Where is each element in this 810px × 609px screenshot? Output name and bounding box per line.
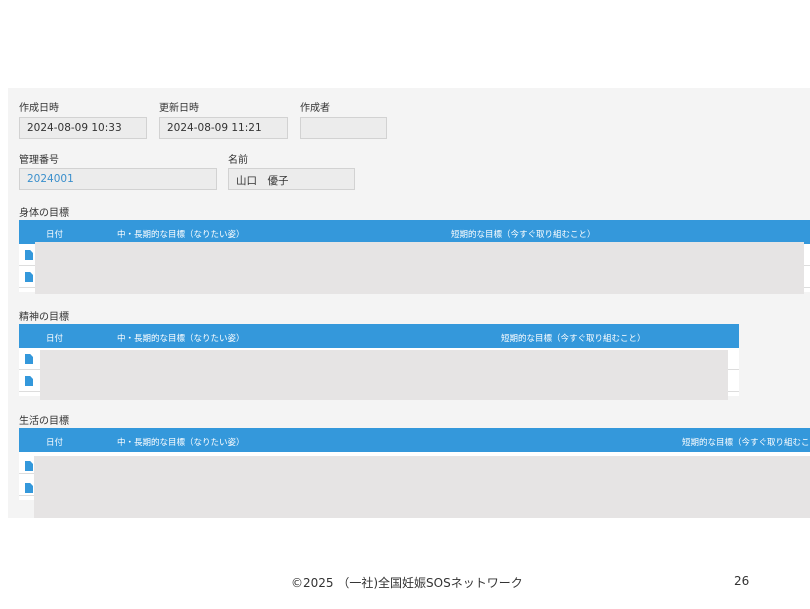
copyright-text: ©2025 （一社)全国妊娠SOSネットワーク (291, 576, 523, 590)
mind-goals-table: 日付 中・長期的な目標（なりたい姿） 短期的な目標（今すぐ取り組むこと） (19, 324, 739, 400)
col-short-term: 短期的な目標（今すぐ取り組むこ (682, 438, 810, 448)
author-field (300, 117, 387, 139)
table-header: 日付 中・長期的な目標（なりたい姿） 短期的な目標（今すぐ取り組むこと） (19, 220, 810, 244)
document-icon[interactable] (25, 250, 33, 260)
col-short-term: 短期的な目標（今すぐ取り組むこと） (451, 230, 596, 240)
document-icon[interactable] (25, 461, 33, 471)
record-panel: 作成日時 2024-08-09 10:33 更新日時 2024-08-09 11… (8, 88, 810, 518)
created-label: 作成日時 (19, 103, 59, 114)
col-date: 日付 (46, 438, 64, 448)
table-header: 日付 中・長期的な目標（なりたい姿） 短期的な目標（今すぐ取り組むこ (19, 428, 810, 452)
redaction-mask (34, 456, 810, 518)
id-label: 管理番号 (19, 155, 59, 166)
updated-field: 2024-08-09 11:21 (159, 117, 288, 139)
name-field: 山口 優子 (228, 168, 355, 190)
created-field: 2024-08-09 10:33 (19, 117, 147, 139)
document-icon[interactable] (25, 376, 33, 386)
body-goals-table: 日付 中・長期的な目標（なりたい姿） 短期的な目標（今すぐ取り組むこと） (19, 220, 810, 294)
redaction-mask (35, 242, 804, 294)
col-long-term: 中・長期的な目標（なりたい姿） (117, 334, 245, 344)
mind-goals-title: 精神の目標 (19, 312, 69, 323)
document-icon[interactable] (25, 483, 33, 493)
col-short-term: 短期的な目標（今すぐ取り組むこと） (501, 334, 646, 344)
col-long-term: 中・長期的な目標（なりたい姿） (117, 230, 245, 240)
table-header: 日付 中・長期的な目標（なりたい姿） 短期的な目標（今すぐ取り組むこと） (19, 324, 739, 348)
id-link[interactable]: 2024001 (19, 168, 217, 190)
page-number: 26 (734, 574, 750, 588)
life-goals-title: 生活の目標 (19, 416, 69, 427)
col-date: 日付 (46, 230, 64, 240)
col-date: 日付 (46, 334, 64, 344)
life-goals-table: 日付 中・長期的な目標（なりたい姿） 短期的な目標（今すぐ取り組むこ (19, 428, 810, 518)
author-label: 作成者 (300, 103, 330, 114)
document-icon[interactable] (25, 272, 33, 282)
redaction-mask (40, 350, 728, 400)
body-goals-title: 身体の目標 (19, 208, 69, 219)
name-label: 名前 (228, 155, 248, 166)
col-long-term: 中・長期的な目標（なりたい姿） (117, 438, 245, 448)
document-icon[interactable] (25, 354, 33, 364)
updated-label: 更新日時 (159, 103, 199, 114)
